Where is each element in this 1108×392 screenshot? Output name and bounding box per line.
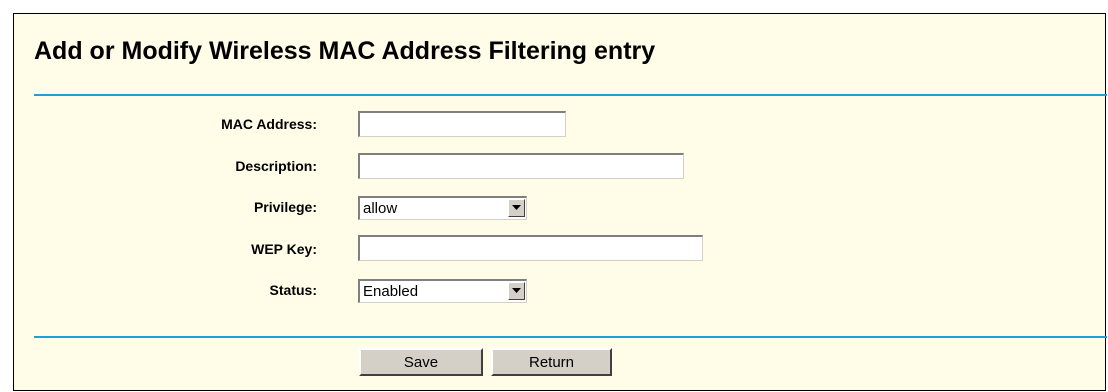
bottom-divider (34, 336, 1107, 338)
filter-entry-panel: Add or Modify Wireless MAC Address Filte… (13, 13, 1107, 391)
wep-key-input[interactable] (358, 235, 703, 261)
status-label: Status: (269, 282, 317, 298)
privilege-label: Privilege: (253, 199, 317, 215)
mac-address-label: MAC Address: (221, 116, 317, 132)
chevron-down-icon[interactable] (508, 282, 525, 300)
status-select[interactable]: Enabled (358, 279, 527, 303)
status-selected-value: Enabled (363, 283, 419, 300)
top-divider (34, 94, 1107, 96)
save-button[interactable]: Save (359, 348, 483, 376)
description-label: Description: (235, 158, 317, 174)
chevron-down-icon[interactable] (508, 199, 525, 217)
description-input[interactable] (358, 153, 684, 179)
mac-address-input[interactable] (358, 111, 566, 137)
wep-key-label: WEP Key: (251, 241, 317, 257)
privilege-selected-value: allow (363, 200, 398, 217)
page-title: Add or Modify Wireless MAC Address Filte… (34, 37, 656, 65)
return-button[interactable]: Return (491, 348, 612, 376)
privilege-select[interactable]: allow (358, 196, 527, 220)
